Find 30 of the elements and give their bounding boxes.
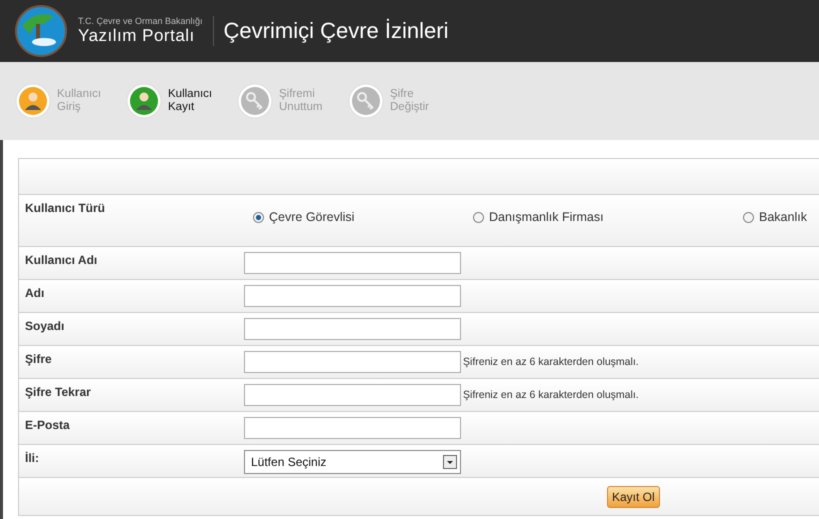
- portal-name: Yazılım Portalı: [78, 26, 195, 46]
- input-field[interactable]: [244, 384, 461, 406]
- field-label: Kullanıcı Türü: [24, 200, 106, 215]
- radio-label: Bakanlık: [759, 210, 807, 224]
- radio-label: Çevre Görevlisi: [269, 210, 354, 224]
- radio-label: Danışmanlık Firması: [489, 210, 604, 224]
- field-hint: Şifreniz en az 6 karakterden oluşmalı.: [463, 356, 639, 368]
- radio-button[interactable]: [473, 212, 484, 222]
- field-label: İli:: [24, 450, 40, 465]
- page-title: Çevrimiçi Çevre İzinleri: [224, 18, 448, 44]
- caret-icon: [443, 455, 457, 469]
- field-label: Adı: [24, 285, 46, 300]
- submit-button[interactable]: Kayıt Ol: [607, 486, 660, 508]
- field-label: Kullanıcı Adı: [24, 252, 98, 267]
- field-label: Şifre Tekrar: [24, 384, 92, 399]
- input-field[interactable]: [244, 318, 461, 340]
- province-dropdown[interactable]: Lütfen Seçiniz: [244, 450, 461, 474]
- nav-link[interactable]: Kullanıcı Kayıt: [168, 88, 212, 114]
- radio-button[interactable]: [743, 212, 754, 222]
- field-hint: Şifreniz en az 6 karakterden oluşmalı.: [463, 389, 639, 401]
- radio-button[interactable]: [253, 212, 264, 222]
- logo-icon: [14, 4, 68, 58]
- field-label: E-Posta: [24, 417, 71, 432]
- ministry-name: T.C. Çevre ve Orman Bakanlığı: [78, 16, 203, 26]
- field-label: Soyadı: [24, 318, 66, 333]
- input-field[interactable]: [244, 252, 461, 274]
- input-field[interactable]: [244, 417, 461, 439]
- field-label: Şifre: [24, 351, 53, 366]
- input-field[interactable]: [244, 285, 461, 307]
- input-field[interactable]: [244, 351, 461, 373]
